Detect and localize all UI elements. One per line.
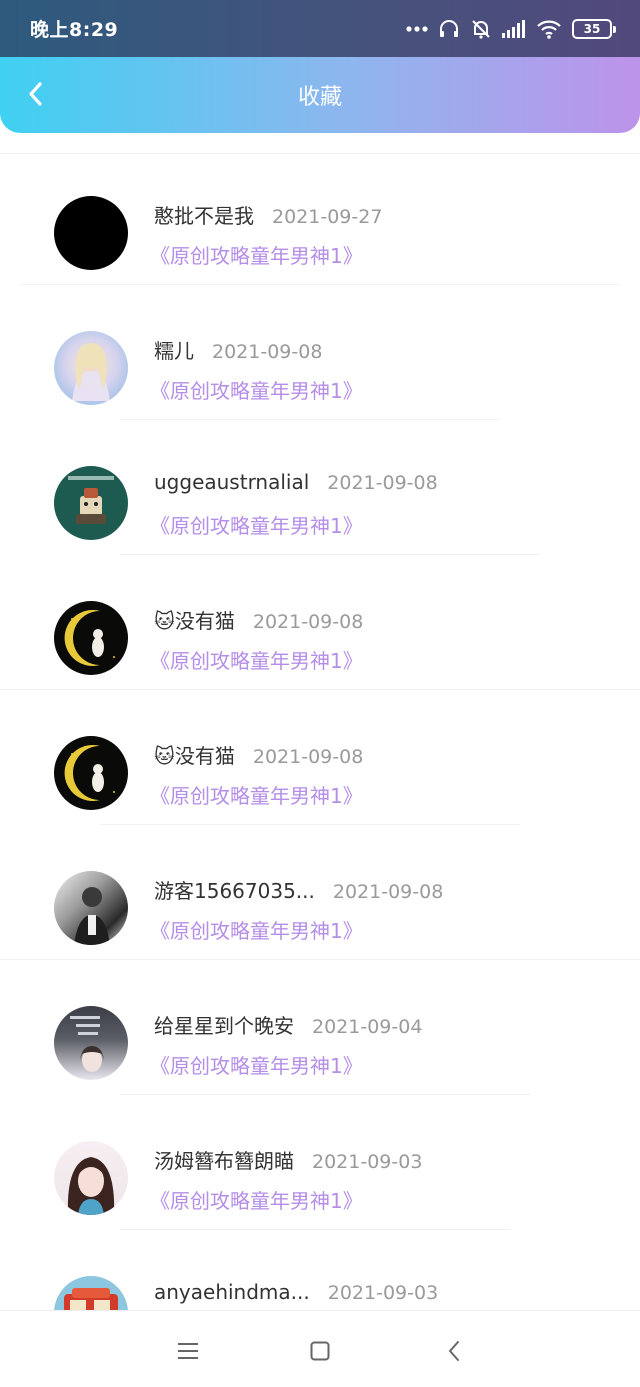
username[interactable]: uggeaustrnalial <box>154 470 309 494</box>
favorite-title-link[interactable]: 《原创攻略童年男神1》 <box>150 645 363 674</box>
avatar[interactable] <box>54 1141 128 1215</box>
username[interactable]: 🐱没有猫 <box>154 740 235 769</box>
item-header: 给星星到个晚安 2021-09-04 <box>154 1010 422 1039</box>
username[interactable]: 憨批不是我 <box>154 200 254 229</box>
date: 2021-09-03 <box>312 1151 423 1173</box>
list-item[interactable]: 汤姆簪布簪朗瞄 2021-09-03 《原创攻略童年男神1》 <box>0 1095 640 1230</box>
wifi-icon <box>536 19 562 39</box>
item-header: uggeaustrnalial 2021-09-08 <box>154 470 438 494</box>
date: 2021-09-08 <box>252 611 364 633</box>
status-icons: 35 <box>406 18 616 40</box>
back-button[interactable] <box>18 77 52 111</box>
avatar[interactable] <box>54 1276 128 1310</box>
signal-icon <box>502 19 526 38</box>
avatar[interactable] <box>54 871 128 945</box>
list-item[interactable]: 🐱没有猫 2021-09-08 《原创攻略童年男神1》 <box>0 555 640 690</box>
avatar[interactable] <box>54 196 128 270</box>
favorite-title-link[interactable]: 《原创攻略童年男神1》 <box>150 1050 363 1079</box>
home-button[interactable] <box>306 1337 334 1365</box>
date: 2021-09-03 <box>327 1282 439 1304</box>
favorite-title-link[interactable]: 《原创攻略童年男神1》 <box>150 375 363 404</box>
status-bar: 晚上8:29 35 <box>0 0 640 57</box>
more-dots-icon <box>406 25 428 33</box>
date: 2021-09-04 <box>312 1016 423 1038</box>
list-item[interactable]: 🐱没有猫 2021-09-08 《原创攻略童年男神1》 <box>0 690 640 825</box>
item-header: 游客15667035... 2021-09-08 <box>154 875 443 904</box>
date: 2021-09-08 <box>212 341 323 363</box>
item-header: 憨批不是我 2021-09-27 <box>154 200 382 229</box>
menu-button[interactable] <box>174 1337 202 1365</box>
avatar[interactable] <box>54 601 128 675</box>
date: 2021-09-08 <box>327 472 438 494</box>
list-item[interactable]: anyaehindma... 2021-09-03 <box>0 1230 640 1310</box>
username[interactable]: 给星星到个晚安 <box>154 1010 294 1039</box>
username[interactable]: 游客15667035... <box>154 875 315 904</box>
menu-icon <box>178 1343 198 1359</box>
username[interactable]: 糯儿 <box>154 335 194 364</box>
favorite-title-link[interactable]: 《原创攻略童年男神1》 <box>150 780 363 809</box>
list-item[interactable]: 游客15667035... 2021-09-08 《原创攻略童年男神1》 <box>0 825 640 960</box>
item-header: 🐱没有猫 2021-09-08 <box>154 740 363 769</box>
system-nav-bar <box>0 1310 640 1387</box>
status-time: 晚上8:29 <box>30 19 119 41</box>
username[interactable]: 🐱没有猫 <box>154 605 235 634</box>
battery-level: 35 <box>583 21 601 36</box>
avatar[interactable] <box>54 1006 128 1080</box>
bell-muted-icon <box>470 18 492 40</box>
list-item[interactable]: 憨批不是我 2021-09-27 《原创攻略童年男神1》 <box>0 150 640 285</box>
back-arrow-icon <box>29 82 42 106</box>
headset-icon <box>438 19 460 39</box>
item-header: 糯儿 2021-09-08 <box>154 335 322 364</box>
item-header: anyaehindma... 2021-09-03 <box>154 1280 438 1304</box>
nav-bar: 收藏 <box>0 57 640 133</box>
date: 2021-09-08 <box>252 746 364 768</box>
avatar[interactable] <box>54 736 128 810</box>
favorite-title-link[interactable]: 《原创攻略童年男神1》 <box>150 510 363 539</box>
page-title: 收藏 <box>297 85 342 110</box>
home-square-icon <box>310 1341 330 1361</box>
favorite-title-link[interactable]: 《原创攻略童年男神1》 <box>150 1185 363 1214</box>
username[interactable]: 汤姆簪布簪朗瞄 <box>154 1145 294 1174</box>
avatar[interactable] <box>54 331 128 405</box>
item-header: 🐱没有猫 2021-09-08 <box>154 605 363 634</box>
list-item[interactable]: 给星星到个晚安 2021-09-04 《原创攻略童年男神1》 <box>0 960 640 1095</box>
back-triangle-icon <box>449 1341 459 1361</box>
date: 2021-09-27 <box>272 206 383 228</box>
list-item[interactable]: uggeaustrnalial 2021-09-08 《原创攻略童年男神1》 <box>0 420 640 555</box>
item-header: 汤姆簪布簪朗瞄 2021-09-03 <box>154 1145 422 1174</box>
favorite-title-link[interactable]: 《原创攻略童年男神1》 <box>150 915 363 944</box>
username[interactable]: anyaehindma... <box>154 1280 310 1304</box>
date: 2021-09-08 <box>332 881 444 903</box>
avatar[interactable] <box>54 466 128 540</box>
battery-icon: 35 <box>572 18 616 39</box>
favorite-title-link[interactable]: 《原创攻略童年男神1》 <box>150 240 363 269</box>
favorites-list[interactable]: 憨批不是我 2021-09-27 《原创攻略童年男神1》 糯儿 2021-09-… <box>0 150 640 1310</box>
system-back-button[interactable] <box>440 1337 468 1365</box>
list-item[interactable]: 糯儿 2021-09-08 《原创攻略童年男神1》 <box>0 285 640 420</box>
